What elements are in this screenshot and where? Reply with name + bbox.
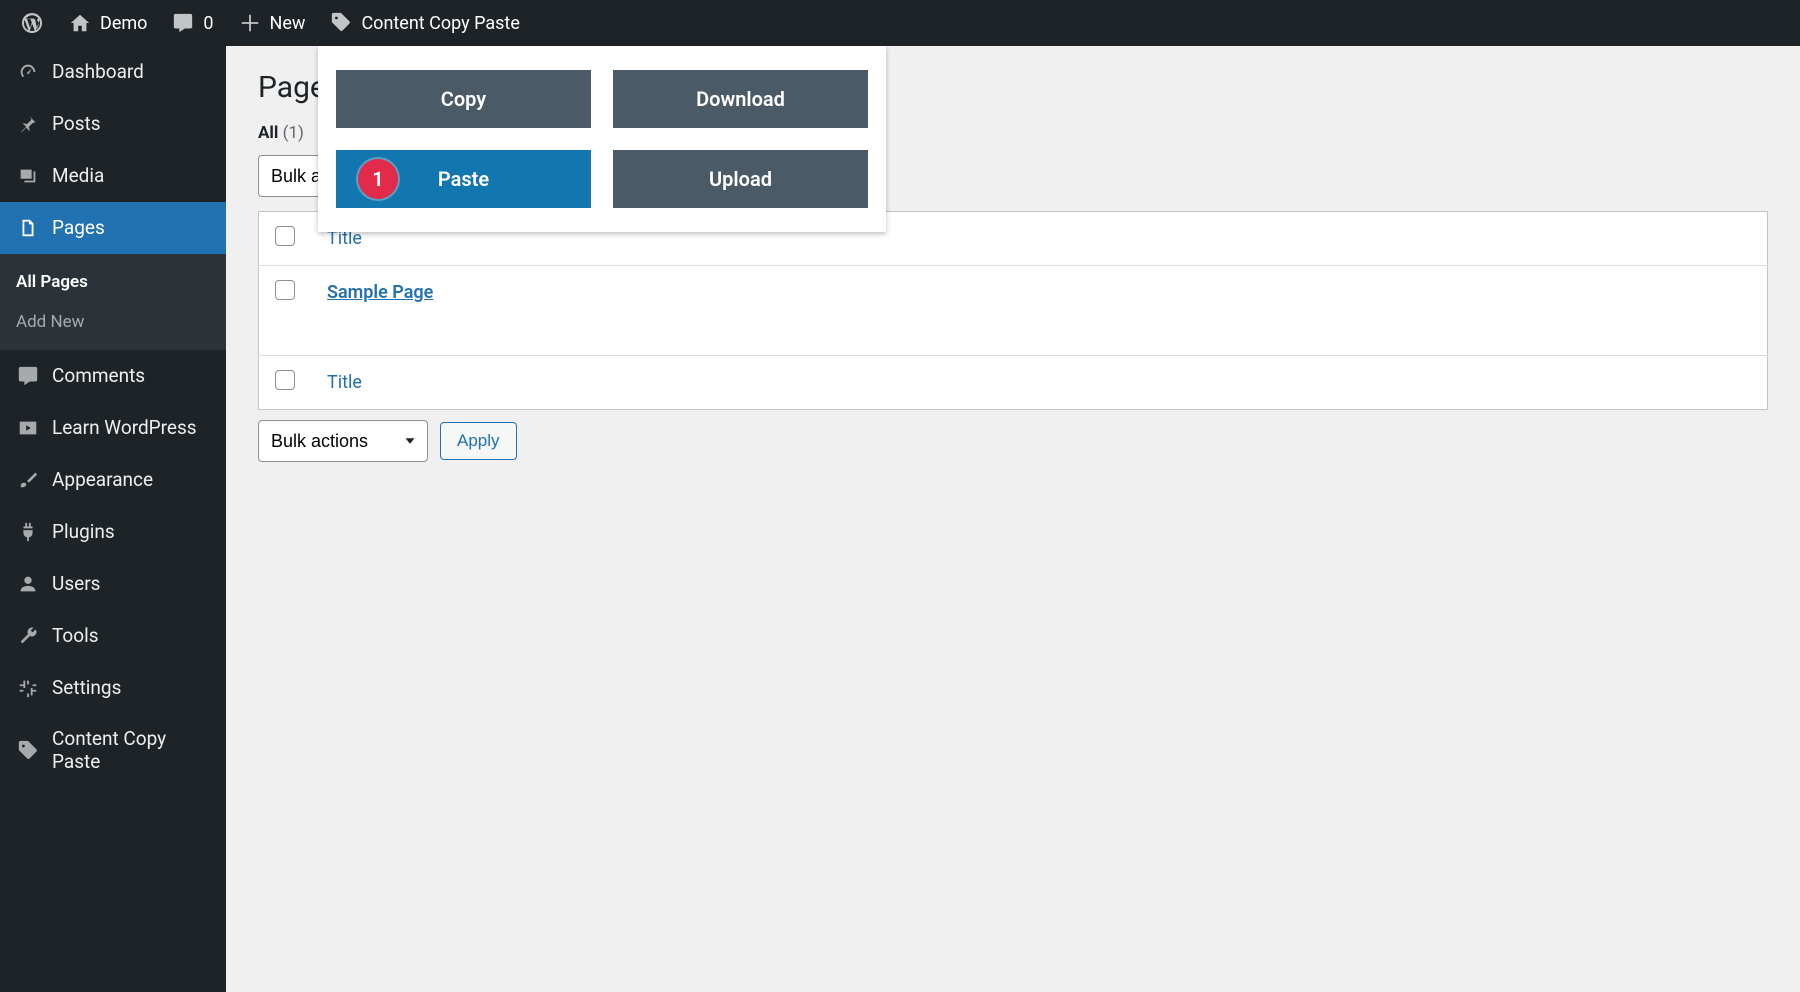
sidebar-item-label: Pages	[52, 217, 105, 240]
sidebar-submenu-pages: All Pages Add New	[0, 254, 226, 350]
select-all-checkbox-bottom[interactable]	[275, 370, 295, 390]
copy-label: Copy	[441, 87, 486, 111]
toolbar-new[interactable]: New	[226, 0, 318, 46]
sidebar-item-posts[interactable]: Posts	[0, 98, 226, 150]
toolbar-comments[interactable]: 0	[159, 0, 225, 46]
sidebar-item-appearance[interactable]: Appearance	[0, 454, 226, 506]
dashboard-icon	[16, 60, 40, 84]
sidebar-item-tools[interactable]: Tools	[0, 610, 226, 662]
new-label: New	[270, 13, 306, 34]
plus-icon	[238, 11, 262, 35]
step-badge: 1	[358, 159, 398, 199]
sidebar-item-label: Appearance	[52, 469, 153, 492]
user-icon	[16, 572, 40, 596]
copy-button[interactable]: Copy	[336, 70, 591, 128]
sidebar-item-plugins[interactable]: Plugins	[0, 506, 226, 558]
sidebar-item-settings[interactable]: Settings	[0, 662, 226, 714]
sidebar-item-pages[interactable]: Pages	[0, 202, 226, 254]
ccp-label: Content Copy Paste	[361, 13, 519, 34]
sidebar-item-media[interactable]: Media	[0, 150, 226, 202]
settings-icon	[16, 676, 40, 700]
content-copy-paste-menu: Copy Download 1 Paste Upload	[318, 46, 886, 232]
upload-button[interactable]: Upload	[613, 150, 868, 208]
wp-logo[interactable]	[8, 0, 56, 46]
site-name: Demo	[100, 13, 147, 34]
tag-icon	[329, 11, 353, 35]
comment-icon	[16, 364, 40, 388]
download-button[interactable]: Download	[613, 70, 868, 128]
sidebar-item-label: Dashboard	[52, 61, 144, 84]
download-label: Download	[696, 87, 785, 111]
column-footer-title[interactable]: Title	[311, 356, 1768, 410]
admin-sidebar: Dashboard Posts Media Pages All Pages Ad…	[0, 46, 226, 992]
sidebar-item-label: Tools	[52, 625, 99, 648]
sidebar-item-comments[interactable]: Comments	[0, 350, 226, 402]
admin-bar: Demo 0 New Content Copy Paste	[0, 0, 1800, 46]
pages-icon	[16, 216, 40, 240]
sidebar-item-users[interactable]: Users	[0, 558, 226, 610]
select-all-checkbox-top[interactable]	[275, 226, 295, 246]
apply-button-bottom[interactable]: Apply	[440, 422, 517, 460]
bulk-actions-select-bottom[interactable]: Bulk actions	[258, 420, 428, 462]
plug-icon	[16, 520, 40, 544]
video-icon	[16, 416, 40, 440]
media-icon	[16, 164, 40, 188]
toolbar-content-copy-paste[interactable]: Content Copy Paste	[317, 0, 531, 46]
sidebar-item-label: Content Copy Paste	[52, 728, 210, 774]
brush-icon	[16, 468, 40, 492]
sidebar-item-label: Media	[52, 165, 104, 188]
sidebar-subitem-all-pages[interactable]: All Pages	[0, 262, 226, 302]
paste-button[interactable]: 1 Paste	[336, 150, 591, 208]
pin-icon	[16, 112, 40, 136]
comments-count: 0	[203, 13, 213, 34]
row-checkbox[interactable]	[275, 280, 295, 300]
wrench-icon	[16, 624, 40, 648]
tag-icon	[16, 739, 40, 763]
wordpress-icon	[20, 11, 44, 35]
bulk-actions-bottom: Bulk actions Apply	[258, 420, 1768, 462]
filter-count: (1)	[283, 123, 304, 143]
sidebar-item-label: Learn WordPress	[52, 417, 197, 440]
sidebar-subitem-add-new[interactable]: Add New	[0, 302, 226, 342]
paste-label: Paste	[438, 167, 489, 191]
sidebar-item-label: Plugins	[52, 521, 115, 544]
sidebar-item-dashboard[interactable]: Dashboard	[0, 46, 226, 98]
comment-icon	[171, 11, 195, 35]
home-icon	[68, 11, 92, 35]
pages-table: Title Sample Page Title	[258, 211, 1768, 410]
row-title-link[interactable]: Sample Page	[327, 282, 433, 303]
sidebar-item-learn-wordpress[interactable]: Learn WordPress	[0, 402, 226, 454]
table-row: Sample Page	[259, 266, 1768, 356]
sidebar-item-label: Users	[52, 573, 100, 596]
sidebar-item-label: Settings	[52, 677, 121, 700]
toolbar-site-link[interactable]: Demo	[56, 0, 159, 46]
filter-all-label[interactable]: All	[258, 123, 278, 143]
sidebar-item-label: Posts	[52, 113, 101, 136]
sidebar-item-label: Comments	[52, 365, 145, 388]
upload-label: Upload	[709, 167, 772, 191]
sidebar-item-content-copy-paste[interactable]: Content Copy Paste	[0, 714, 226, 788]
